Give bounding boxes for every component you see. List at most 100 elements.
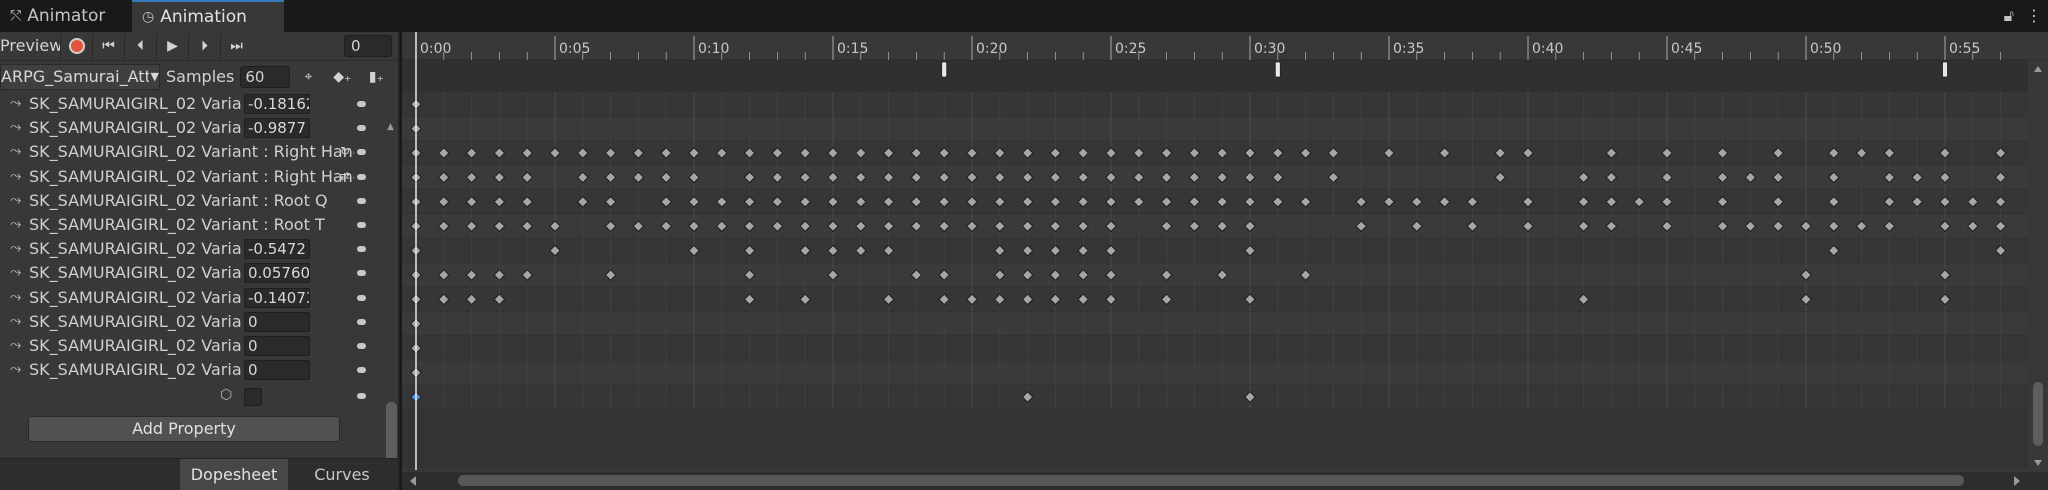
clip-toolbar: ARPG_Samurai_Attack ▼ Samples 60 ⌖ ◆₊ ▮₊ [0,60,398,92]
record-button[interactable] [60,33,92,59]
property-row[interactable]: ⤳ SK_SAMURAIGIRL_02 Variant 0.05760 [0,261,383,286]
property-options-icon[interactable] [357,393,366,400]
clip-name: ARPG_Samurai_Attack [1,67,149,86]
skip-end-icon: ⏭ [230,38,243,54]
current-frame-field[interactable]: 0 [344,35,392,57]
property-panel: Preview ⏮ ⏴ ▶ ⏵ ⏭ 0 ARPG_Samurai_Attack … [0,32,400,490]
animation-event-marker[interactable] [1942,61,1948,78]
tab-animation-label: Animation [160,7,247,27]
property-name: SK_SAMURAIGIRL_02 Variant : Right Hand [29,166,354,186]
add-property-button[interactable]: Add Property [28,416,340,442]
property-row[interactable]: ⤳ SK_SAMURAIGIRL_02 Variant -0.5472 [0,237,383,262]
tab-animation[interactable]: ◷ Animation [132,0,284,32]
property-value-field[interactable]: 0.05760 [244,263,310,284]
property-options-icon[interactable] [357,294,366,301]
tick-label: 0:25 [1115,41,1146,57]
event-lane[interactable] [402,60,2048,92]
property-row[interactable]: ⤳ SK_SAMURAIGIRL_02 Variant -0.18162 [0,92,383,116]
property-row[interactable]: ⤳ SK_SAMURAIGIRL_02 Variant -0.9877 [0,116,383,141]
clock-icon: ◷ [142,9,155,25]
property-name: SK_SAMURAIGIRL_02 Variant [29,360,241,380]
property-value-field[interactable]: -0.18162 [244,94,310,114]
property-name: SK_SAMURAIGIRL_02 Variant [29,336,241,355]
tab-animator[interactable]: ⤲ Animator [0,0,130,32]
tick-label: 0:00 [420,41,451,57]
property-row[interactable]: ⤳ SK_SAMURAIGIRL_02 Variant 0 [0,334,383,358]
next-key-button[interactable]: ⏵ [188,33,220,59]
key-row-bg [402,384,2028,410]
property-row[interactable]: ⤳ SK_SAMURAIGIRL_02 Variant 0 [0,309,383,334]
tick-label: 0:55 [1949,41,1980,57]
scroll-up-icon[interactable]: ▲ [387,122,394,132]
property-list: ⤳ SK_SAMURAIGIRL_02 Variant -0.18162 ⤳ SK_SA… [0,92,383,424]
property-options-icon[interactable] [357,173,366,180]
property-options-icon[interactable] [357,343,366,349]
property-value-field[interactable]: 0 [244,336,310,356]
previous-key-button[interactable]: ⏴ [124,33,156,59]
curve-icon: ⤳ [10,337,22,353]
clip-dropdown[interactable]: ARPG_Samurai_Attack ▼ [0,63,160,90]
property-row[interactable]: ⤳ SK_SAMURAIGIRL_02 Variant : Right Hand ⇄ [0,164,383,189]
lock-icon[interactable]: 🔓︎ [2004,6,2014,26]
tab-curves[interactable]: Curves [290,459,394,490]
property-name: SK_SAMURAIGIRL_02 Variant [29,94,241,113]
curve-icon: ⤳ [10,143,22,160]
tab-dopesheet[interactable]: Dopesheet [180,459,288,490]
property-row[interactable]: ⤳ SK_SAMURAIGIRL_02 Variant : Right Hand ↻ [0,140,383,165]
property-options-icon[interactable] [357,222,366,228]
property-value-field[interactable]: -0.14073 [244,287,310,308]
key-row-bg [402,92,2028,117]
more-menu-icon[interactable]: ⋮ [2026,6,2042,26]
key-row-bg [402,360,2028,385]
cube-icon: ⬡ [220,387,233,404]
property-options-icon[interactable] [357,125,366,132]
property-options-icon[interactable] [357,149,366,156]
add-event-button[interactable]: ▮₊ [360,64,392,90]
property-name: SK_SAMURAIGIRL_02 Variant : Root T [29,215,325,234]
property-row[interactable]: ⤳ SK_SAMURAIGIRL_02 Variant : Root Q [0,188,383,213]
scrollbar-thumb[interactable] [386,402,397,466]
enabled-checkbox[interactable] [244,388,262,407]
property-row[interactable]: ⤳ SK_SAMURAIGIRL_02 Variant : Root T [0,213,383,237]
timeline-vscroll-thumb[interactable] [2033,382,2043,446]
tick-label: 0:45 [1671,41,1702,57]
samples-label: Samples [166,67,235,86]
property-options-icon[interactable] [357,367,366,374]
key-row-bg [402,287,2028,312]
property-row[interactable]: ⤳ SK_SAMURAIGIRL_02 Variant 0 [0,358,383,383]
property-options-icon[interactable] [357,246,366,253]
property-options-icon[interactable] [357,101,366,107]
timeline-hscroll-thumb[interactable] [458,475,1964,486]
dopesheet-timeline[interactable]: 0:00 0:05 0:10 0:15 0:20 0:25 0:30 0:35 0:40 0:45… [402,32,2048,490]
first-key-button[interactable]: ⏮ [92,33,124,59]
property-options-icon[interactable] [357,318,366,325]
record-icon [68,38,85,54]
dopesheet-canvas[interactable]: 0:00 0:05 0:10 0:15 0:20 0:25 0:30 0:35 0:40 0:45… [402,32,2048,490]
property-options-icon[interactable] [357,197,366,204]
property-value-field[interactable]: -0.9877 [244,118,310,139]
property-name: SK_SAMURAIGIRL_02 Variant : Root Q [29,190,328,210]
property-row[interactable]: ⤳ SK_SAMURAIGIRL_02 Variant -0.14073 [0,285,383,310]
property-value-field[interactable]: 0 [244,360,310,381]
property-options-icon[interactable] [357,270,366,277]
key-row-bg [402,311,2028,336]
rotation-icon: ↻ [340,144,351,159]
key-row-bg [402,116,2028,141]
last-key-button[interactable]: ⏭ [220,33,252,59]
skip-start-icon: ⏮ [102,38,115,54]
preview-button[interactable]: Preview [0,33,60,59]
property-scrollbar[interactable]: ▲ ▼ [383,92,398,478]
add-keyframe-button[interactable]: ◆₊ [326,64,358,90]
key-filter-button[interactable]: ⌖ [292,64,324,90]
animation-event-marker[interactable] [941,61,948,78]
curve-icon: ⤳ [10,119,22,136]
time-ruler[interactable] [402,32,2048,60]
curve-icon: ⤳ [10,191,22,208]
step-back-icon: ⏴ [137,38,144,54]
play-button[interactable]: ▶ [156,33,188,59]
property-value-field[interactable]: -0.5472 [244,239,310,260]
animator-icon: ⤲ [10,8,22,24]
samples-field[interactable]: 60 [240,65,291,88]
property-value-field[interactable]: 0 [244,311,310,332]
animation-event-marker[interactable] [1274,61,1281,78]
